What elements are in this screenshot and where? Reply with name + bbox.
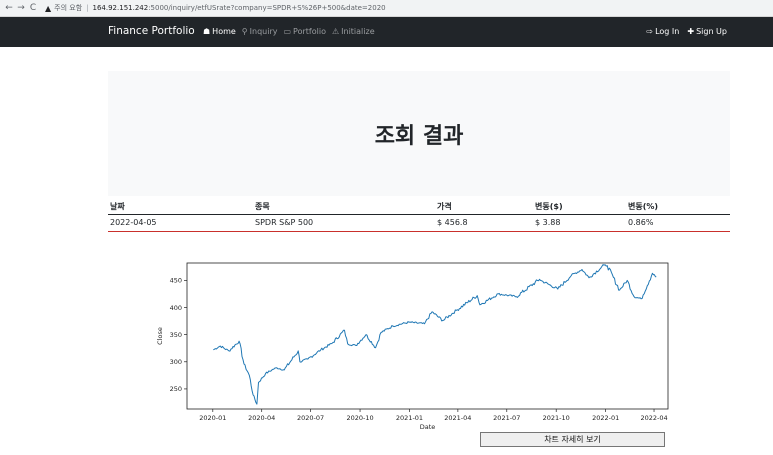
- chart-detail-button[interactable]: 차트 자세히 보기: [480, 432, 665, 447]
- cell-ticker: SPDR S&P 500: [253, 214, 435, 232]
- cell-change-dollar: $ 3.88: [533, 214, 626, 232]
- chart-svg: 250300350400450 2020-01 2020-04 2020-07 202…: [156, 262, 669, 431]
- nav-signup-label: Sign Up: [696, 27, 727, 36]
- y-tick-label: 300: [170, 358, 182, 366]
- header-price: 가격: [435, 200, 533, 215]
- close-price-chart: 250 300 350 400 450 2020-01 2020-04 2020-07 202…: [150, 255, 680, 435]
- header-change-percent: 변동(%): [626, 200, 730, 215]
- home-icon: ☗: [203, 27, 211, 36]
- warning-icon[interactable]: ▲: [45, 4, 51, 13]
- x-tick-label: 2021-01: [396, 414, 423, 422]
- forward-icon[interactable]: →: [15, 3, 27, 13]
- user-add-icon: ✚: [687, 27, 695, 36]
- reload-icon[interactable]: C: [27, 3, 39, 13]
- header-change-dollar: 변동($): [533, 200, 626, 215]
- cell-price: $ 456.8: [435, 214, 533, 232]
- url-host[interactable]: 164.92.151.242: [93, 4, 149, 12]
- x-tick-label: 2021-04: [444, 414, 471, 422]
- header-date: 날짜: [108, 200, 253, 215]
- x-tick-label: 2020-04: [248, 414, 275, 422]
- navbar: Finance Portfolio ☗ Home ⚲ Inquiry ▭ Por…: [0, 17, 773, 47]
- nav-auth: ⇨ Log In ✚ Sign Up: [638, 27, 727, 36]
- table-row: 2022-04-05 SPDR S&P 500 $ 456.8 $ 3.88 0…: [108, 214, 730, 232]
- nav-portfolio[interactable]: ▭ Portfolio: [283, 27, 325, 36]
- x-axis: 2020-01 2020-04 2020-07 2020-10 2021-01 2021-…: [199, 409, 668, 422]
- url-path[interactable]: :5000/inquiry/etfUSrate?company=SPDR+S%2…: [148, 4, 385, 12]
- back-icon[interactable]: ←: [3, 3, 15, 13]
- y-tick-label: 450: [170, 277, 182, 285]
- book-icon: ▭: [283, 27, 292, 36]
- nav-initialize-label: Initialize: [341, 27, 375, 36]
- x-tick-label: 2020-01: [199, 414, 226, 422]
- y-tick-label: 350: [170, 331, 182, 339]
- url-separator: |: [86, 4, 89, 12]
- table-header-row: 날짜 종목 가격 변동($) 변동(%): [108, 200, 730, 215]
- header-ticker: 종목: [253, 200, 435, 215]
- x-tick-label: 2020-07: [297, 414, 324, 422]
- x-tick-label: 2020-10: [346, 414, 373, 422]
- nav-inquiry[interactable]: ⚲ Inquiry: [242, 27, 278, 36]
- y-axis-label: Close: [156, 327, 164, 345]
- x-axis-label: Date: [420, 423, 436, 431]
- y-tick-label: 400: [170, 304, 182, 312]
- y-axis: 250 300 350 400 450: [170, 277, 187, 393]
- x-tick-label: 2022-04: [640, 414, 667, 422]
- browser-toolbar: ← → C ▲ 주의 요함 | 164.92.151.242 :5000/inq…: [0, 0, 773, 17]
- x-tick-label: 2021-10: [543, 414, 570, 422]
- jumbotron: 조회 결과: [108, 71, 730, 196]
- nav-login-label: Log In: [655, 27, 680, 36]
- nav-home-label: Home: [212, 27, 236, 36]
- page-title: 조회 결과: [374, 123, 464, 149]
- nav-inquiry-label: Inquiry: [249, 27, 278, 36]
- nav-links: ☗ Home ⚲ Inquiry ▭ Portfolio ⚠ Initializ…: [203, 27, 381, 36]
- cell-date: 2022-04-05: [108, 214, 253, 232]
- x-tick-label: 2021-07: [493, 414, 520, 422]
- y-tick-label: 250: [170, 385, 182, 393]
- brand-link[interactable]: Finance Portfolio: [108, 25, 195, 37]
- login-icon: ⇨: [646, 27, 654, 36]
- plot-frame: [186, 262, 669, 410]
- nav-portfolio-label: Portfolio: [293, 27, 326, 36]
- nav-initialize[interactable]: ⚠ Initialize: [332, 27, 375, 36]
- nav-login[interactable]: ⇨ Log In: [646, 27, 679, 36]
- x-tick-label: 2022-01: [592, 414, 619, 422]
- search-icon: ⚲: [241, 27, 248, 36]
- nav-home[interactable]: ☗ Home: [203, 27, 236, 36]
- result-table: 날짜 종목 가격 변동($) 변동(%) 2022-04-05 SPDR S&P…: [108, 200, 730, 232]
- warning-icon: ⚠: [331, 27, 340, 36]
- security-warning-text[interactable]: 주의 요함: [54, 3, 82, 13]
- nav-signup[interactable]: ✚ Sign Up: [687, 27, 727, 36]
- cell-change-percent: 0.86%: [626, 214, 730, 232]
